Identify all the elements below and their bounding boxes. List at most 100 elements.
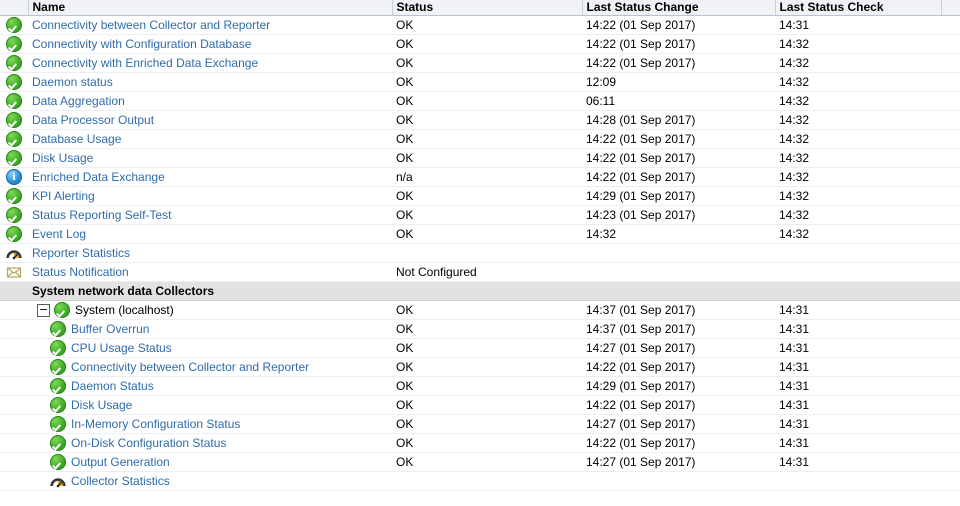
table-row[interactable]: Data Aggregation OK 06:11 14:32 <box>0 91 960 111</box>
row-status-icon-cell <box>0 167 28 187</box>
row-last-status-check-cell: 14:32 <box>775 167 941 187</box>
table-row[interactable]: Status Reporting Self-Test OK 14:23 (01 Se… <box>0 205 960 225</box>
table-row[interactable]: System (localhost) OK 14:37 (01 Sep 2017) 1… <box>0 300 960 320</box>
table-row[interactable]: Event Log OK 14:32 14:32 <box>0 224 960 244</box>
row-icon-wrap <box>0 92 28 110</box>
row-icon-wrap <box>0 54 28 72</box>
row-last-status-change-cell: 14:37 (01 Sep 2017) <box>582 319 775 339</box>
row-name-cell-inner: On-Disk Configuration Status <box>32 434 392 452</box>
row-name-link[interactable]: Data Aggregation <box>32 94 125 108</box>
row-last-status-change-cell: 14:22 (01 Sep 2017) <box>582 15 775 35</box>
row-last-status-change-cell <box>582 262 775 282</box>
row-name-cell-inner: CPU Usage Status <box>32 339 392 357</box>
group-title: System network data Collectors <box>32 284 215 298</box>
row-last-status-check-cell: 14:32 <box>775 224 941 244</box>
column-header-last-status-check[interactable]: Last Status Check <box>775 0 942 16</box>
row-name-link[interactable]: Daemon status <box>32 75 113 89</box>
row-status-icon-cell <box>0 338 28 358</box>
tree-collapse-toggle[interactable] <box>37 303 50 317</box>
row-name-link[interactable]: Daemon Status <box>71 379 154 393</box>
row-name-link[interactable]: Data Processor Output <box>32 113 154 127</box>
row-last-status-check-cell: 14:31 <box>775 15 941 35</box>
row-last-status-check-cell: 14:32 <box>775 72 941 92</box>
row-name-link[interactable]: Disk Usage <box>71 398 132 412</box>
table-row[interactable]: KPI Alerting OK 14:29 (01 Sep 2017) 14:32 <box>0 186 960 206</box>
row-name-cell: Status Reporting Self-Test <box>28 205 392 225</box>
row-name-link[interactable]: Disk Usage <box>32 151 93 165</box>
row-gutter-cell <box>941 129 960 149</box>
table-row[interactable]: Status Notification Not Configured <box>0 262 960 282</box>
table-row[interactable]: Output Generation OK 14:27 (01 Sep 2017) 14… <box>0 452 960 472</box>
row-name-link[interactable]: Connectivity with Enriched Data Exchange <box>32 56 258 70</box>
row-name-link[interactable]: KPI Alerting <box>32 189 95 203</box>
table-row[interactable]: Data Processor Output OK 14:28 (01 Sep 201… <box>0 110 960 130</box>
row-last-status-check-cell: 14:32 <box>775 53 941 73</box>
row-name-link[interactable]: Status Notification <box>32 265 129 279</box>
row-name-link[interactable]: Collector Statistics <box>71 474 170 488</box>
table-row[interactable]: Connectivity between Collector and Repor… <box>0 15 960 35</box>
row-gutter-cell <box>941 414 960 434</box>
table-row[interactable]: Daemon status OK 12:09 14:32 <box>0 72 960 92</box>
column-header-last-status-change[interactable]: Last Status Change <box>582 0 776 16</box>
table-row[interactable]: Connectivity with Enriched Data Exchange… <box>0 53 960 73</box>
row-name-link[interactable]: Enriched Data Exchange <box>32 170 165 184</box>
ok-icon <box>50 454 66 470</box>
table-row[interactable]: Database Usage OK 14:22 (01 Sep 2017) 14:32 <box>0 129 960 149</box>
row-icon-wrap <box>0 263 28 281</box>
ok-icon <box>50 416 66 432</box>
row-last-status-check-cell: 14:31 <box>775 338 941 358</box>
table-row[interactable]: In-Memory Configuration Status OK 14:27 (0… <box>0 414 960 434</box>
row-name-link[interactable]: On-Disk Configuration Status <box>71 436 226 450</box>
row-name-link[interactable]: Status Reporting Self-Test <box>32 208 171 222</box>
table-row[interactable]: Disk Usage OK 14:22 (01 Sep 2017) 14:31 <box>0 395 960 415</box>
row-name-cell-inner: Buffer Overrun <box>32 320 392 338</box>
row-last-status-change-cell: 06:11 <box>582 91 775 111</box>
row-icon-wrap <box>0 111 28 129</box>
row-name-cell: Data Aggregation <box>28 91 392 111</box>
table-row[interactable]: Collector Statistics <box>0 471 960 491</box>
row-name-link[interactable]: Output Generation <box>71 455 170 469</box>
row-name-cell-inner: Connectivity between Collector and Repor… <box>32 16 392 34</box>
column-header-name[interactable]: Name <box>28 0 393 16</box>
row-name-cell-inner: Status Reporting Self-Test <box>32 206 392 224</box>
ok-icon <box>6 207 22 223</box>
row-name-link[interactable]: CPU Usage Status <box>71 341 172 355</box>
column-header-status[interactable]: Status <box>392 0 583 16</box>
group-icon-cell <box>0 281 28 301</box>
table-row[interactable]: Disk Usage OK 14:22 (01 Sep 2017) 14:32 <box>0 148 960 168</box>
row-last-status-change-cell: 14:27 (01 Sep 2017) <box>582 452 775 472</box>
row-name-link[interactable]: Database Usage <box>32 132 121 146</box>
row-last-status-change-cell <box>582 471 775 491</box>
table-row[interactable]: Reporter Statistics <box>0 243 960 263</box>
row-name-cell: In-Memory Configuration Status <box>28 414 392 434</box>
row-name-link[interactable]: In-Memory Configuration Status <box>71 417 240 431</box>
table-row[interactable]: CPU Usage Status OK 14:27 (01 Sep 2017) 14:… <box>0 338 960 358</box>
row-last-status-check-cell: 14:32 <box>775 91 941 111</box>
row-status-cell: OK <box>392 357 582 377</box>
table-row[interactable]: Connectivity with Configuration Database… <box>0 34 960 54</box>
table-row[interactable]: Enriched Data Exchange n/a14:22 (01 Sep 2… <box>0 167 960 187</box>
row-status-cell: OK <box>392 433 582 453</box>
row-status-cell: n/a <box>392 167 582 187</box>
row-name-cell: Database Usage <box>28 129 392 149</box>
row-name-link[interactable]: Connectivity between Collector and Repor… <box>32 18 270 32</box>
row-name-cell-inner: In-Memory Configuration Status <box>32 415 392 433</box>
table-row[interactable]: Connectivity between Collector and Repor… <box>0 357 960 377</box>
row-name-cell: Reporter Statistics <box>28 243 392 263</box>
row-status-cell: OK <box>392 148 582 168</box>
row-name-link[interactable]: Connectivity with Configuration Database <box>32 37 251 51</box>
table-row[interactable]: Daemon Status OK 14:29 (01 Sep 2017) 14:31 <box>0 376 960 396</box>
row-icon-wrap <box>0 35 28 53</box>
row-name-link[interactable]: Buffer Overrun <box>71 322 149 336</box>
row-last-status-change-cell: 14:27 (01 Sep 2017) <box>582 338 775 358</box>
row-name-cell: Enriched Data Exchange <box>28 167 392 187</box>
table-row[interactable]: On-Disk Configuration Status OK 14:22 (01 … <box>0 433 960 453</box>
ok-icon <box>50 321 66 337</box>
row-name-link[interactable]: Reporter Statistics <box>32 246 130 260</box>
row-name-link[interactable]: Connectivity between Collector and Repor… <box>71 360 309 374</box>
row-status-icon-cell <box>0 300 28 320</box>
table-row[interactable]: Buffer Overrun OK 14:37 (01 Sep 2017) 14:31 <box>0 319 960 339</box>
row-name-link[interactable]: Event Log <box>32 227 86 241</box>
row-status-icon-cell <box>0 72 28 92</box>
row-status-cell: OK <box>392 452 582 472</box>
